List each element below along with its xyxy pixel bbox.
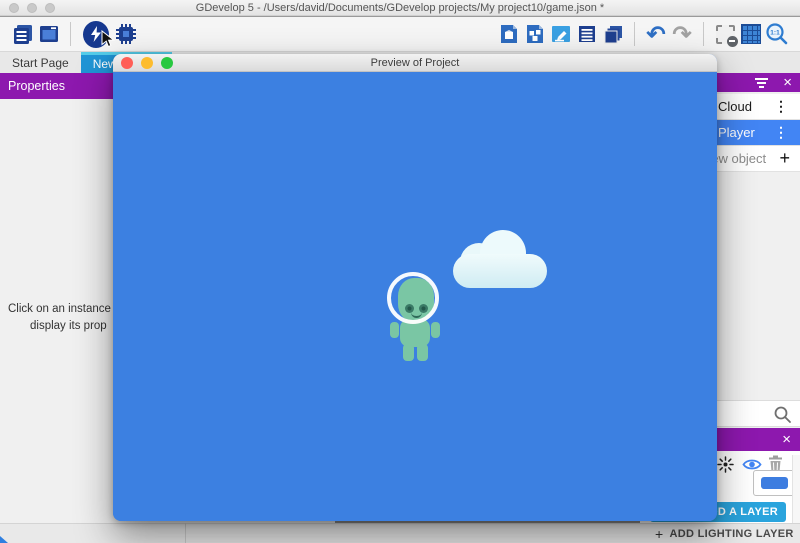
project-manager-icon[interactable]: [10, 21, 36, 47]
preview-window: Preview of Project: [113, 54, 717, 521]
edit-properties-icon[interactable]: [548, 21, 574, 47]
search-icon: [773, 405, 792, 424]
toolbar-separator: [703, 22, 704, 46]
svg-text:1:1: 1:1: [770, 30, 780, 37]
objects-editor-icon[interactable]: [496, 21, 522, 47]
object-groups-icon[interactable]: [522, 21, 548, 47]
touch-ring-indicator: [387, 272, 439, 324]
lightning-icon: [83, 21, 109, 48]
instances-list-icon[interactable]: [574, 21, 600, 47]
corner-artifact: [0, 536, 8, 543]
tab-start-page[interactable]: Start Page: [0, 52, 81, 73]
player-sprite: [388, 278, 442, 364]
properties-hint-line1: Click on an instance in: [8, 303, 123, 315]
kebab-menu-icon[interactable]: ⋮: [774, 124, 788, 141]
layers-icon[interactable]: [600, 21, 626, 47]
mac-titlebar: GDevelop 5 - /Users/david/Documents/GDev…: [0, 0, 800, 16]
filter-icon[interactable]: [755, 78, 768, 88]
toolbar-separator: [70, 22, 71, 46]
cloud-sprite: [453, 230, 547, 290]
add-object-plus-icon[interactable]: +: [779, 148, 790, 169]
undo-icon[interactable]: ↶: [643, 21, 669, 47]
kebab-menu-icon[interactable]: ⋮: [774, 98, 788, 115]
properties-hint-line2: display its prop: [30, 320, 107, 332]
preview-window-titlebar[interactable]: Preview of Project: [113, 54, 717, 72]
scrollbar[interactable]: [792, 455, 800, 523]
plus-icon: +: [655, 526, 663, 542]
layer-color-swatch[interactable]: [753, 470, 795, 496]
layers-panel-close-icon[interactable]: ×: [782, 431, 791, 448]
debugger-icon[interactable]: [113, 21, 139, 47]
start-page-window-icon[interactable]: [36, 21, 62, 47]
blue-swatch: [761, 477, 788, 489]
grid-icon[interactable]: [738, 21, 764, 47]
game-preview-area[interactable]: [113, 72, 717, 521]
main-toolbar: ↶ ↷ 1:1: [0, 17, 800, 52]
toggle-mask-icon[interactable]: [712, 21, 738, 47]
objects-panel-close-icon[interactable]: ×: [783, 74, 792, 91]
add-lighting-layer-button[interactable]: + ADD LIGHTING LAYER: [655, 525, 794, 543]
preview-play-button[interactable]: [83, 21, 109, 47]
preview-window-title: Preview of Project: [113, 57, 717, 69]
zoom-1-1-icon[interactable]: 1:1: [764, 21, 790, 47]
layer-effects-icon[interactable]: [717, 456, 734, 478]
toolbar-separator: [634, 22, 635, 46]
panel-divider: [185, 523, 186, 543]
redo-icon[interactable]: ↷: [669, 21, 695, 47]
gdevelop-app-window: GDevelop 5 - /Users/david/Documents/GDev…: [0, 0, 800, 543]
app-title: GDevelop 5 - /Users/david/Documents/GDev…: [0, 0, 800, 16]
